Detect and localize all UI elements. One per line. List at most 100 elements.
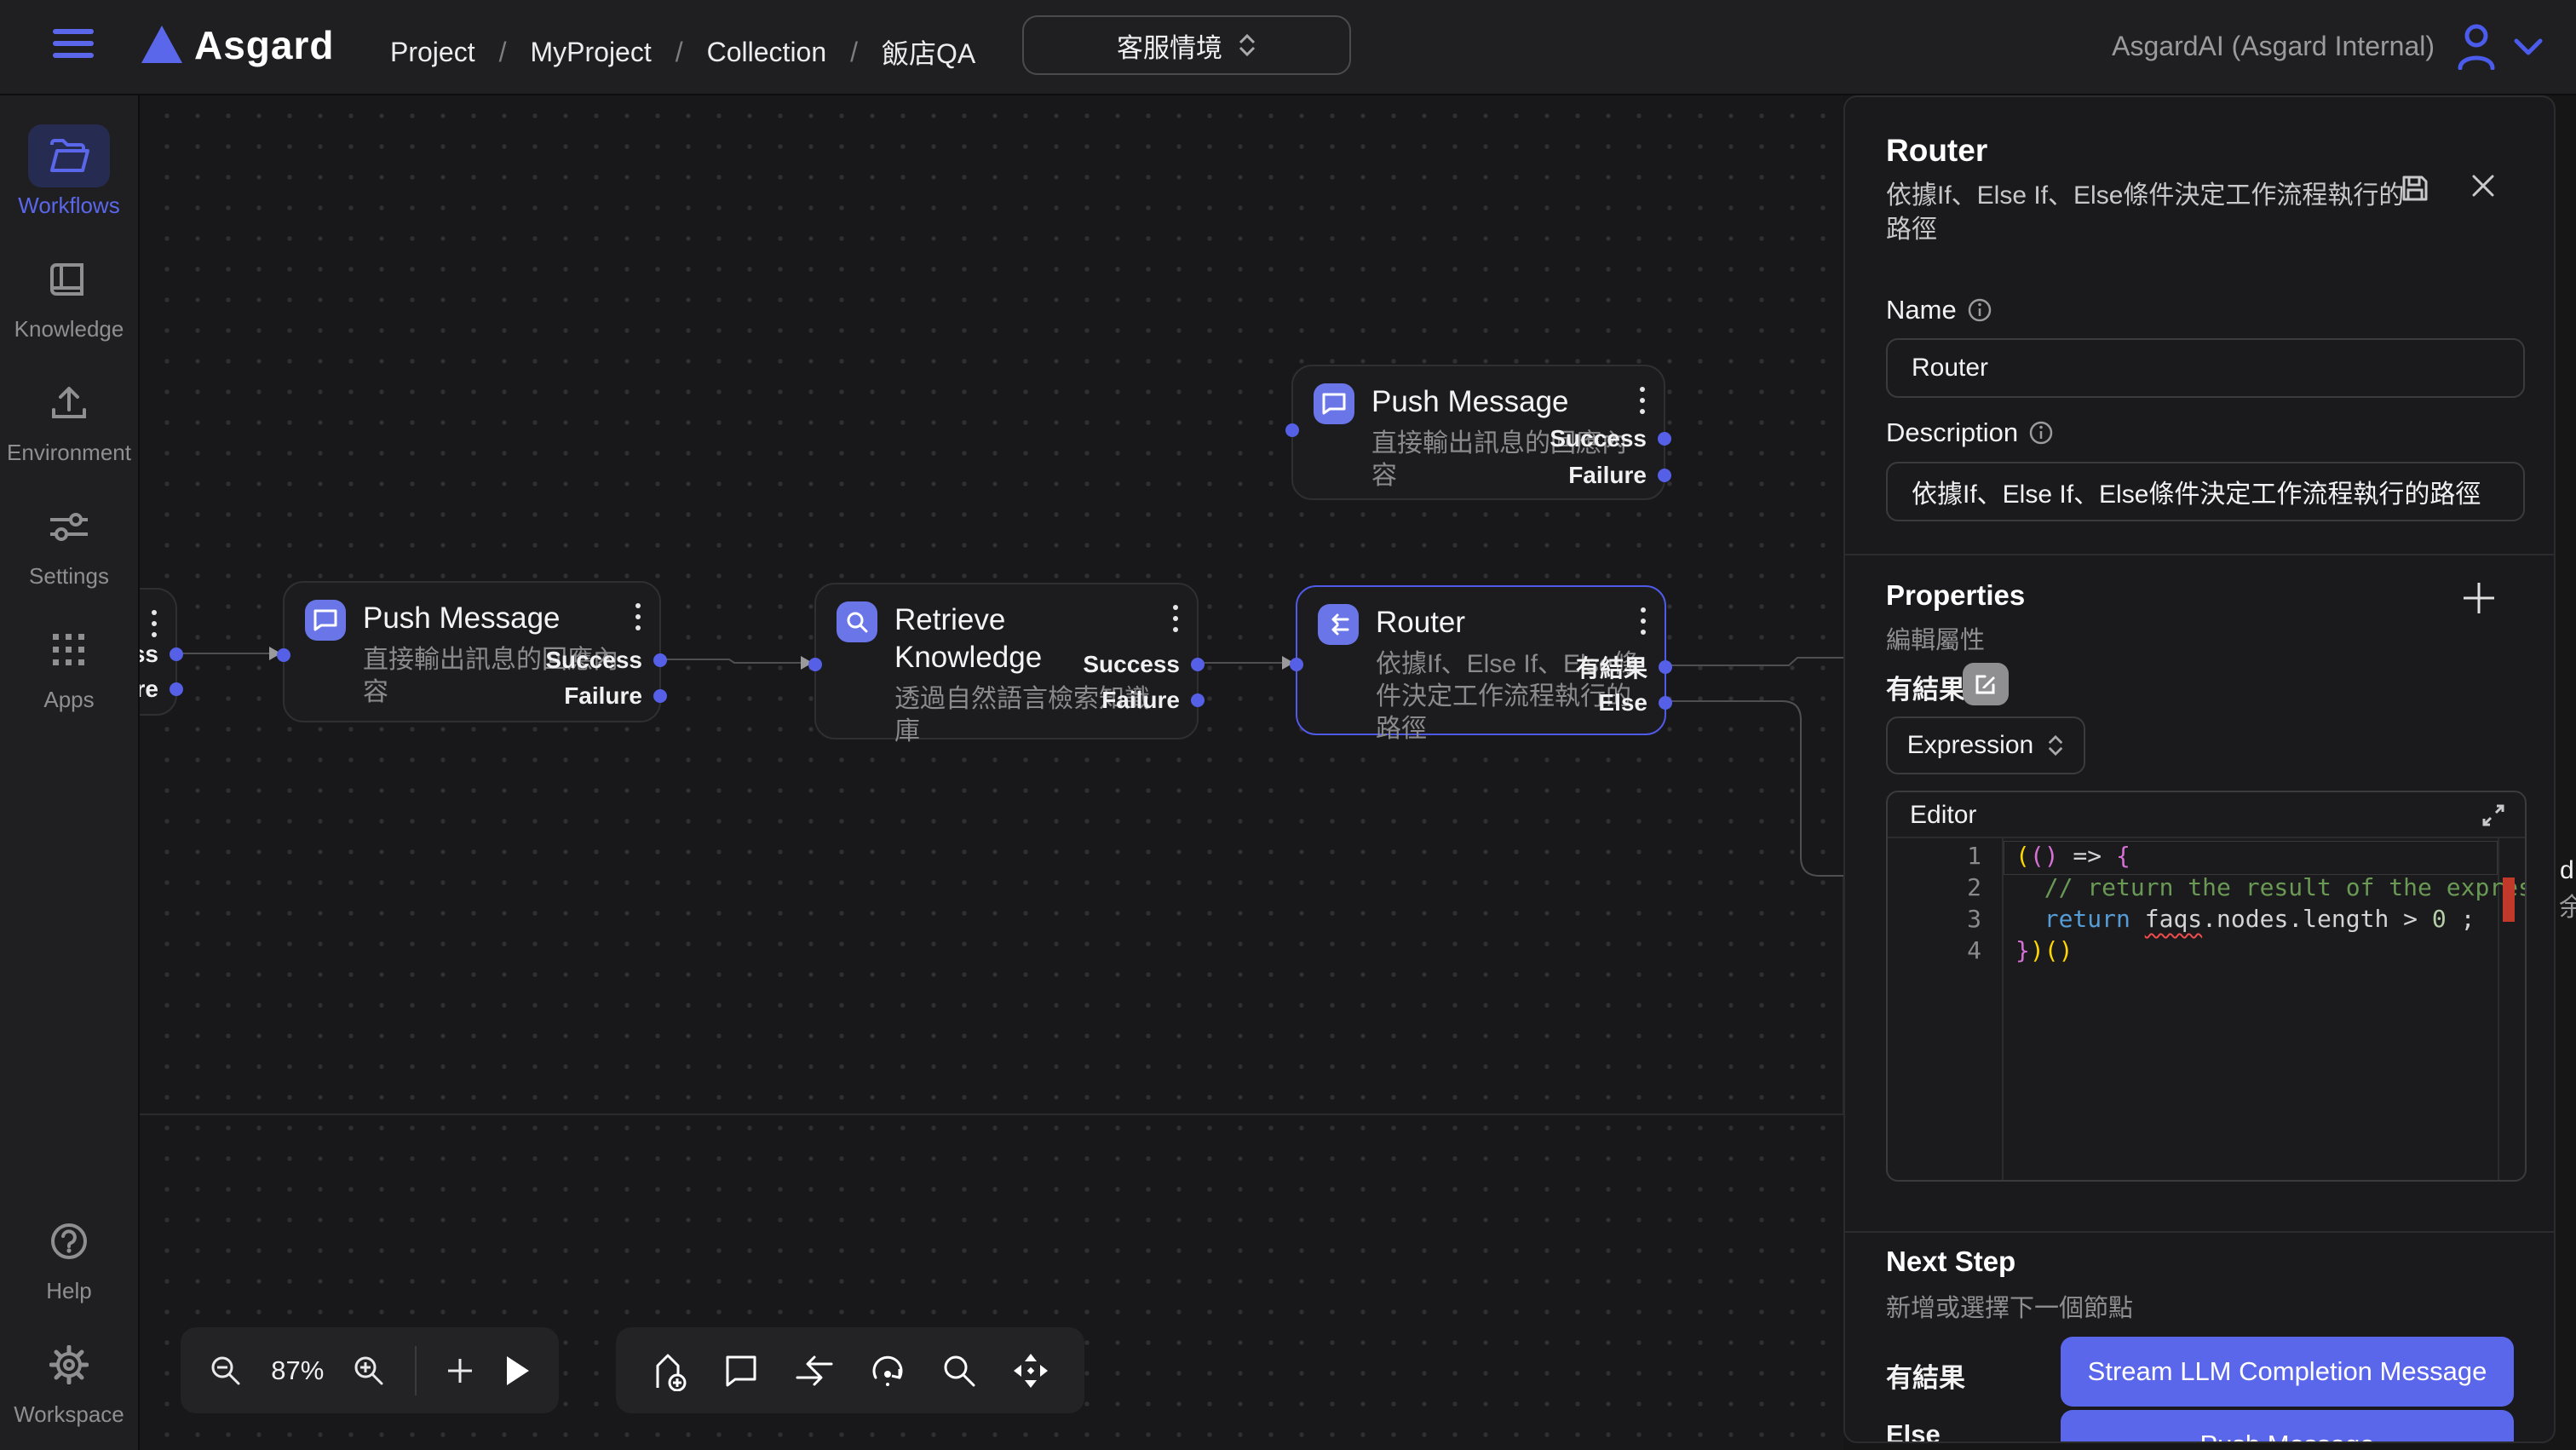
sidebar-item-help[interactable]: Help [0,1210,139,1304]
port-label-success: Success [1550,425,1647,452]
sidebar-label: Knowledge [14,316,124,342]
user-icon[interactable] [2455,22,2498,70]
add-icon[interactable] [445,1355,475,1386]
sidebar-label: Workflows [18,193,119,219]
breadcrumb-separator: / [676,37,683,68]
property-type-select[interactable]: Expression [1886,716,2085,774]
node-detail-panel: Router 依據If、Else If、Else條件決定工作流程執行的路徑 Na… [1843,95,2556,1443]
panel-divider [1845,554,2556,555]
input-port[interactable] [1290,658,1303,671]
breadcrumb-separator: / [499,37,507,68]
sidebar-item-knowledge[interactable]: Knowledge [0,248,139,342]
hamburger-menu-icon[interactable] [53,29,94,66]
node-title: Push Message [1371,383,1627,421]
sidebar-item-workflows[interactable]: Workflows [0,124,139,219]
play-icon[interactable] [503,1355,531,1387]
description-input[interactable]: 依據If、Else If、Else條件決定工作流程執行的路徑 [1886,462,2525,521]
breadcrumb-workflow[interactable]: 飯店QA [882,32,975,72]
code-line[interactable]: (() => { [2015,842,2130,870]
sidebar-label: Settings [29,563,109,590]
comment-icon[interactable] [723,1353,759,1389]
upload-icon [28,371,110,434]
sidebar-item-apps[interactable]: Apps [0,619,139,713]
workflow-canvas[interactable]: Success Failure Push Message 直接輸出訊息的回應內容… [140,95,1843,1450]
add-node-icon[interactable] [651,1350,688,1391]
info-icon[interactable] [2028,420,2054,446]
canvas-tools-toolbar [616,1327,1084,1413]
next-step-subtitle: 新增或選擇下一個節點 [1886,1288,2133,1324]
gear-icon [28,1333,110,1396]
input-port[interactable] [808,658,822,671]
port-label-result: 有結果 [1576,650,1647,684]
kebab-menu-icon[interactable] [1641,607,1646,635]
property-name-label: 有結果 [1886,668,1965,706]
error-marker [2503,877,2515,922]
sidebar-item-workspace[interactable]: Workspace [0,1333,139,1428]
breadcrumb-collection[interactable]: Collection [707,37,827,68]
port-label-success: Success [1083,651,1180,678]
input-port[interactable] [1285,423,1299,437]
output-port-failure[interactable] [170,682,183,696]
node-push-message-mid[interactable]: Push Message 直接輸出訊息的回應內容 Success Failure [283,581,661,722]
zoom-level: 87% [271,1355,324,1386]
node-push-message-partial[interactable]: Success Failure [140,588,177,716]
zoom-out-icon[interactable] [209,1354,243,1388]
code-line[interactable]: return faqs.nodes.length > 0 ; [2015,905,2475,933]
input-port[interactable] [277,648,290,662]
name-label: Name [1886,295,1992,325]
output-port-success[interactable] [1191,658,1205,671]
sidebar-item-environment[interactable]: Environment [0,371,139,466]
sidebar-label: Workspace [14,1401,124,1428]
toolbar-divider [415,1346,417,1395]
output-port-success[interactable] [1658,432,1671,446]
info-icon[interactable] [1967,297,1992,323]
left-sidebar: Workflows Knowledge Environment [0,95,140,1450]
output-port-success[interactable] [170,647,183,661]
kebab-menu-icon[interactable] [635,603,641,630]
port-label-success: Success [140,641,158,668]
output-port-result[interactable] [1659,660,1672,674]
port-label-failure: Failure [1101,687,1180,714]
node-retrieve-knowledge[interactable]: Retrieve Knowledge 透過自然語言檢索知識庫 Success F… [814,583,1199,739]
workflows-folder-icon [28,124,110,187]
name-input[interactable]: Router [1886,338,2525,398]
edges-layer [140,95,1843,1450]
plus-icon[interactable] [2460,579,2498,617]
rotate-icon[interactable] [869,1352,906,1390]
sidebar-label: Help [46,1278,91,1304]
canvas-search-icon[interactable] [941,1353,977,1389]
editor-header-divider [1888,837,2525,838]
kebab-menu-icon[interactable] [1173,605,1178,632]
expression-editor[interactable]: Editor 1 2 3 4 (() => { // return the re… [1886,791,2527,1182]
breadcrumb-myproject[interactable]: MyProject [530,37,651,68]
search-icon [837,601,877,642]
book-icon [28,248,110,311]
sidebar-item-settings[interactable]: Settings [0,495,139,590]
output-port-failure[interactable] [653,689,667,703]
next-step-button-else[interactable]: Push Message [2061,1410,2514,1443]
kebab-menu-icon[interactable] [1640,387,1645,414]
code-line[interactable]: // return the result of the expression [2015,873,2527,901]
output-port-failure[interactable] [1191,693,1205,707]
edit-icon[interactable] [1963,663,2009,705]
editor-heading: Editor [1910,801,1976,830]
code-line[interactable]: })() [2015,936,2073,964]
kebab-menu-icon[interactable] [152,610,157,637]
description-label: Description [1886,417,2054,448]
node-router[interactable]: Router 依據If、Else If、Else條件決定工作流程執行的路徑 有結… [1296,585,1666,735]
node-push-message-top[interactable]: Push Message 直接輸出訊息的回應內容 Success Failure [1291,365,1665,500]
save-icon[interactable] [2401,174,2429,203]
expand-icon[interactable] [2481,803,2506,828]
output-port-else[interactable] [1659,696,1672,710]
connection-icon[interactable] [794,1354,835,1388]
account-chevron-down-icon[interactable] [2513,37,2544,56]
environment-select[interactable]: 客服情境 [1022,15,1351,75]
zoom-in-icon[interactable] [352,1354,386,1388]
close-icon[interactable] [2470,172,2497,199]
navigator-icon[interactable] [1012,1352,1049,1390]
output-port-success[interactable] [653,653,667,667]
gutter-divider [2002,838,2004,1182]
output-port-failure[interactable] [1658,469,1671,482]
breadcrumb-project[interactable]: Project [390,37,475,68]
next-step-button-result[interactable]: Stream LLM Completion Message [2061,1337,2514,1407]
